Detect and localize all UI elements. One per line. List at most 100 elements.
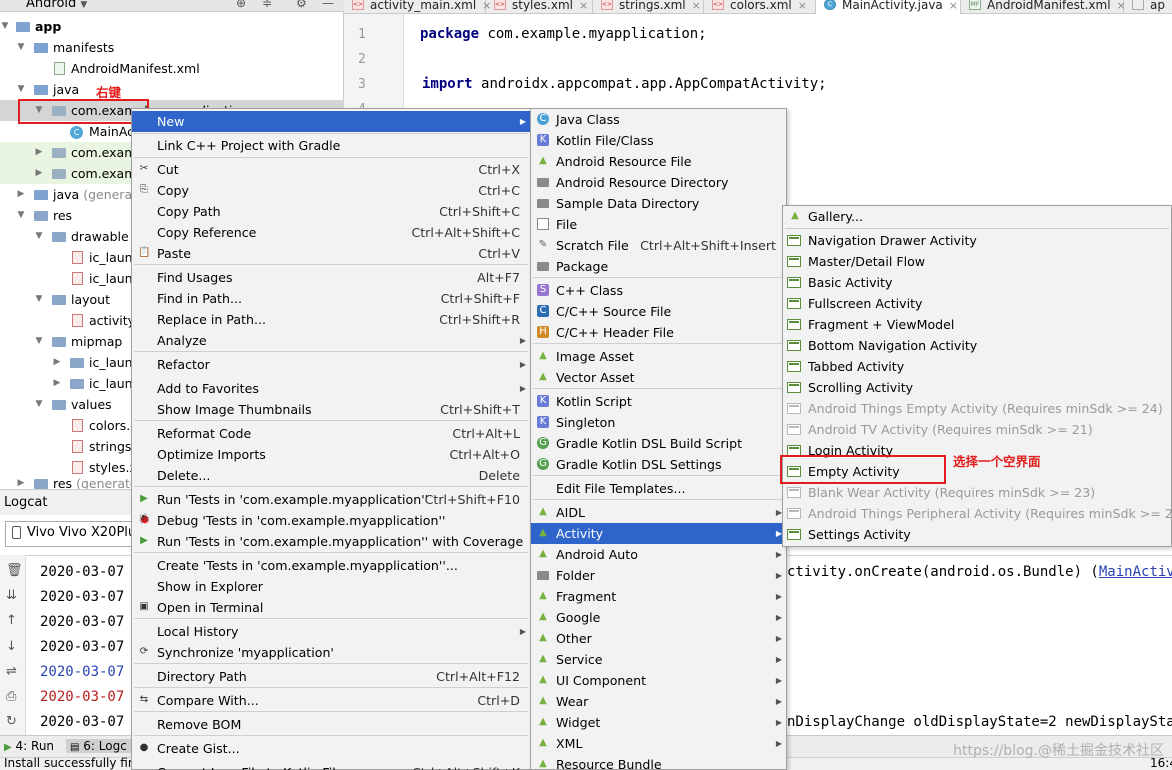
close-icon[interactable]: × <box>692 0 701 12</box>
new-menu-item[interactable]: Edit File Templates... <box>531 478 786 499</box>
activity-menu-item[interactable]: Scrolling Activity <box>783 377 1171 398</box>
close-icon[interactable]: × <box>798 0 807 12</box>
context-menu-item[interactable]: Create 'Tests in 'com.example.myapplicat… <box>132 555 530 576</box>
new-menu-item[interactable]: ▲ Activity ▶ <box>531 523 786 544</box>
hide-icon[interactable]: — <box>322 0 334 10</box>
scroll-end-icon[interactable]: ⇊ <box>6 588 17 603</box>
activity-menu-item[interactable]: Android TV Activity (Requires minSdk >= … <box>783 419 1171 440</box>
new-menu-item[interactable]: ▲ Android Auto ▶ <box>531 544 786 565</box>
context-menu-item[interactable]: ⇆ Compare With... Ctrl+D <box>132 690 530 711</box>
new-menu-item[interactable]: G Gradle Kotlin DSL Build Script <box>531 433 786 454</box>
new-menu-item[interactable]: ▲ Vector Asset <box>531 367 786 388</box>
context-menu-item[interactable]: Link C++ Project with Gradle <box>132 135 530 156</box>
context-menu-item[interactable]: Copy Path Ctrl+Shift+C <box>132 201 530 222</box>
context-menu-item[interactable]: Copy Reference Ctrl+Alt+Shift+C <box>132 222 530 243</box>
new-menu-item[interactable]: Android Resource Directory <box>531 172 786 193</box>
new-menu-item[interactable]: ▲ Google ▶ <box>531 607 786 628</box>
new-menu-item[interactable]: S C++ Class <box>531 280 786 301</box>
locate-icon[interactable]: ⊕ <box>236 0 246 10</box>
new-menu-item[interactable]: ▲ Other ▶ <box>531 628 786 649</box>
new-menu-item[interactable]: ▲ UI Component ▶ <box>531 670 786 691</box>
activity-menu-item[interactable]: Blank Wear Activity (Requires minSdk >= … <box>783 482 1171 503</box>
activity-menu-item[interactable]: Basic Activity <box>783 272 1171 293</box>
new-menu-item[interactable]: ✎ Scratch File Ctrl+Alt+Shift+Insert <box>531 235 786 256</box>
new-menu-item[interactable]: ▲ Android Resource File <box>531 151 786 172</box>
activity-menu-item[interactable]: ▲ Gallery... <box>783 206 1171 227</box>
tab-strings[interactable]: <> strings.xml × <box>593 0 704 14</box>
collapse-icon[interactable]: ≑ <box>262 0 272 10</box>
down-arrow-icon[interactable]: ↓ <box>6 639 17 654</box>
context-menu-item[interactable]: ▶ Run 'Tests in 'com.example.myapplicatio… <box>132 531 530 552</box>
context-menu-item[interactable]: Find in Path... Ctrl+Shift+F <box>132 288 530 309</box>
context-menu-item[interactable]: Add to Favorites ▶ <box>132 378 530 399</box>
new-menu-item[interactable]: ▲ Fragment ▶ <box>531 586 786 607</box>
activity-menu-item[interactable]: Android Things Peripheral Activity (Requ… <box>783 503 1172 524</box>
context-menu-item[interactable]: Reformat Code Ctrl+Alt+L <box>132 423 530 444</box>
context-menu-item[interactable]: ● Create Gist... <box>132 738 530 759</box>
gear-icon[interactable]: ⚙ <box>296 0 307 10</box>
print-icon[interactable]: ⎙ <box>6 689 16 704</box>
new-menu-item[interactable]: ▲ Image Asset <box>531 346 786 367</box>
context-menu-item[interactable]: Optimize Imports Ctrl+Alt+O <box>132 444 530 465</box>
activity-menu-item[interactable]: Settings Activity <box>783 524 1171 545</box>
context-menu-item[interactable]: Directory Path Ctrl+Alt+F12 <box>132 666 530 687</box>
new-menu-item[interactable]: ▲ AIDL ▶ <box>531 502 786 523</box>
new-menu-item[interactable]: Sample Data Directory <box>531 193 786 214</box>
new-menu-item[interactable]: ▲ Widget ▶ <box>531 712 786 733</box>
context-menu-item[interactable]: ▶ Run 'Tests in 'com.example.myapplicatio… <box>132 489 530 510</box>
activity-menu-item[interactable]: Master/Detail Flow <box>783 251 1171 272</box>
new-menu-item[interactable]: ▲ Resource Bundle <box>531 754 786 770</box>
new-menu-item[interactable]: ▲ Service ▶ <box>531 649 786 670</box>
logcat-tab[interactable]: ▤ 6: Logc <box>66 739 131 753</box>
context-menu-item[interactable]: Show Image Thumbnails Ctrl+Shift+T <box>132 399 530 420</box>
context-menu-item[interactable]: Remove BOM <box>132 714 530 735</box>
new-menu-item[interactable]: K Singleton <box>531 412 786 433</box>
context-menu-item[interactable]: Delete... Delete <box>132 465 530 486</box>
log-link[interactable]: MainActivity <box>1099 564 1172 580</box>
new-menu-item[interactable]: G Gradle Kotlin DSL Settings <box>531 454 786 475</box>
tree-node-manifests[interactable]: ▼ manifests <box>0 37 344 58</box>
context-menu-item[interactable]: Refactor ▶ <box>132 354 530 375</box>
project-view-selector[interactable]: Android ▼ <box>26 0 87 11</box>
context-menu-item[interactable]: Find Usages Alt+F7 <box>132 267 530 288</box>
soft-wrap-icon[interactable]: ⇌ <box>6 664 17 679</box>
new-menu-item[interactable]: File <box>531 214 786 235</box>
run-tab[interactable]: ▶ 4: Run <box>4 739 54 753</box>
tab-colors[interactable]: <> colors.xml × <box>704 0 816 14</box>
tab-activity-main[interactable]: <> activity_main.xml × <box>344 0 491 14</box>
activity-menu-item[interactable]: Navigation Drawer Activity <box>783 230 1171 251</box>
tab-mainactivity[interactable]: C MainActivity.java × <box>816 0 961 14</box>
activity-menu-item[interactable]: Fragment + ViewModel <box>783 314 1171 335</box>
context-menu-item[interactable]: Convert Java File to Kotlin File Ctrl+Alt… <box>132 762 530 770</box>
context-menu-item[interactable]: ▣ Open in Terminal <box>132 597 530 618</box>
context-menu-item[interactable]: ⎘ Copy Ctrl+C <box>132 180 530 201</box>
close-icon[interactable]: × <box>949 0 958 12</box>
tree-node-manifest-file[interactable]: AndroidManifest.xml <box>0 58 344 79</box>
tab-styles[interactable]: <> styles.xml × <box>486 0 593 14</box>
tree-node-app[interactable]: ▼ app <box>0 16 344 37</box>
activity-menu-item[interactable]: Fullscreen Activity <box>783 293 1171 314</box>
context-menu-item[interactable]: Replace in Path... Ctrl+Shift+R <box>132 309 530 330</box>
context-menu-item[interactable]: Local History ▶ <box>132 621 530 642</box>
tree-node-java[interactable]: ▼ java <box>0 79 344 100</box>
close-icon[interactable]: × <box>579 0 588 12</box>
context-menu-item[interactable]: ✂ Cut Ctrl+X <box>132 159 530 180</box>
tab-androidmanifest[interactable]: MF AndroidManifest.xml × <box>961 0 1126 14</box>
context-menu-item[interactable]: New ▶ <box>132 111 530 132</box>
context-menu-item[interactable]: 📋 Paste Ctrl+V <box>132 243 530 264</box>
new-menu-item[interactable]: K Kotlin File/Class <box>531 130 786 151</box>
device-selector[interactable]: Vivo Vivo X20Plus <box>5 521 139 547</box>
context-menu-item[interactable]: Analyze ▶ <box>132 330 530 351</box>
new-menu-item[interactable]: ▲ Wear ▶ <box>531 691 786 712</box>
new-menu-item[interactable]: H C/C++ Header File <box>531 322 786 343</box>
up-arrow-icon[interactable]: ↑ <box>6 613 17 628</box>
new-menu-item[interactable]: ▲ XML ▶ <box>531 733 786 754</box>
new-menu-item[interactable]: C Java Class <box>531 109 786 130</box>
tab-overflow[interactable]: ap <box>1124 0 1172 14</box>
context-menu-item[interactable]: 🐞 Debug 'Tests in 'com.example.myapplicat… <box>132 510 530 531</box>
restart-icon[interactable]: ↻ <box>6 714 17 729</box>
new-menu-item[interactable]: C C/C++ Source File <box>531 301 786 322</box>
new-menu-item[interactable]: K Kotlin Script <box>531 391 786 412</box>
context-menu-item[interactable]: Show in Explorer <box>132 576 530 597</box>
activity-menu-item[interactable]: Android Things Empty Activity (Requires … <box>783 398 1171 419</box>
